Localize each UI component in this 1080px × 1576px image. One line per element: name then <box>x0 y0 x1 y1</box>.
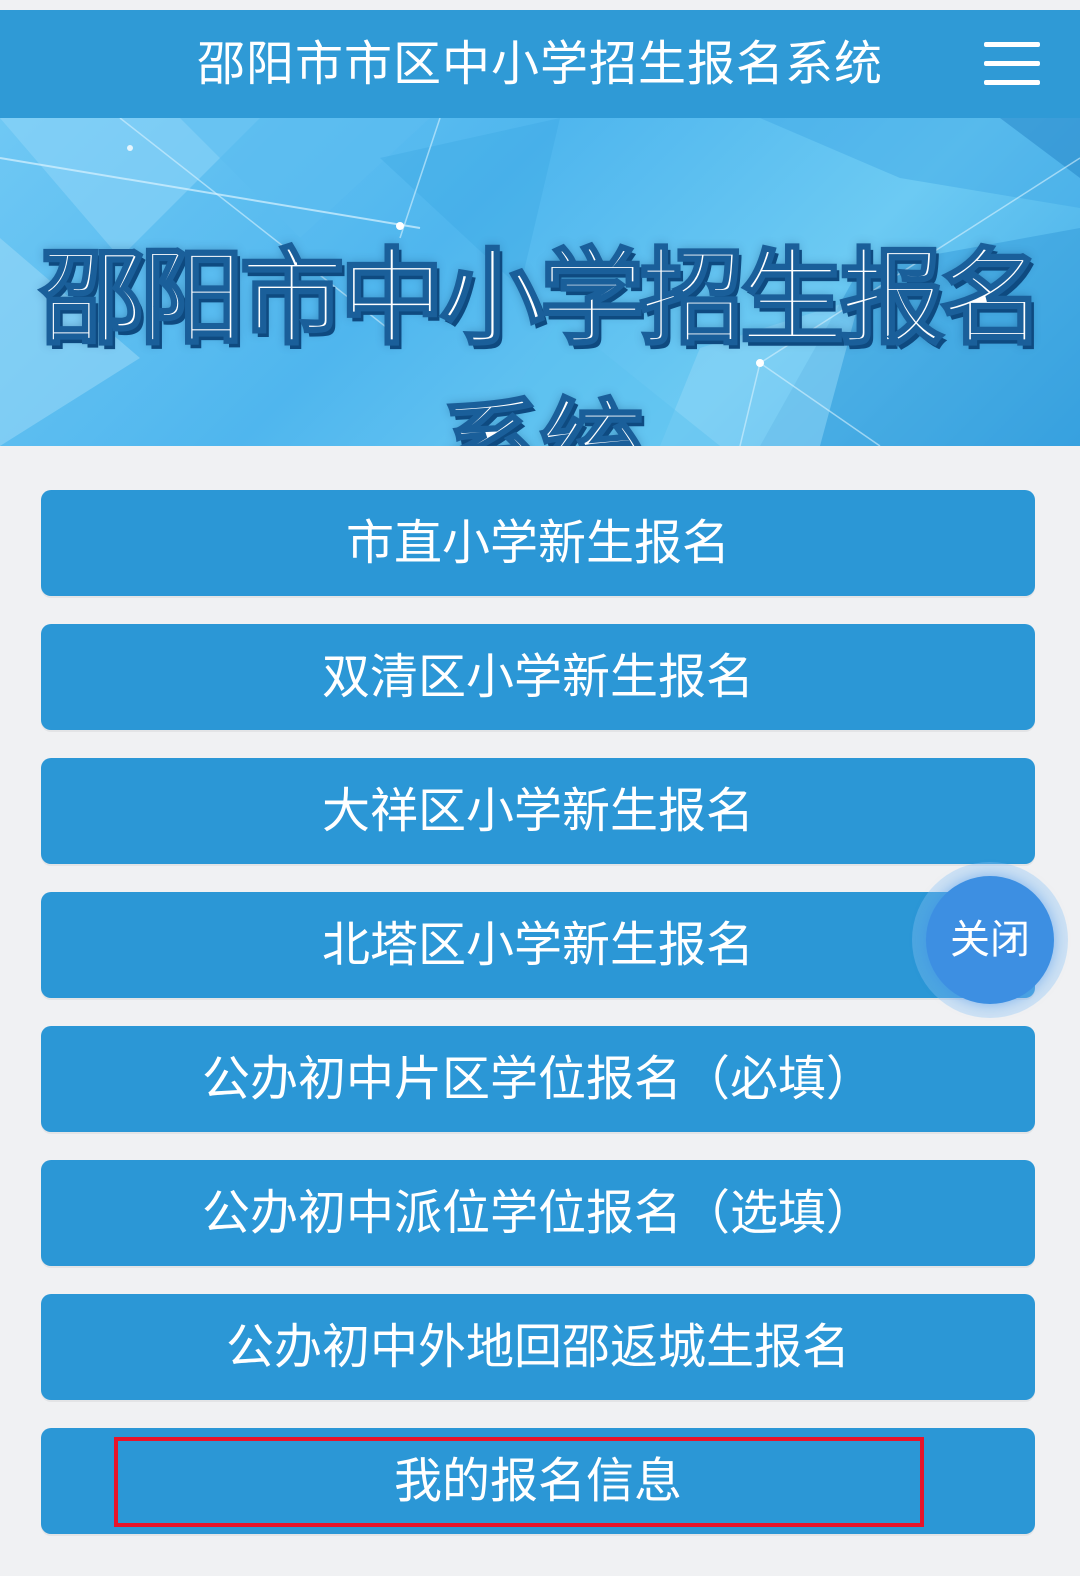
my-registration-info-button[interactable]: 我的报名信息 <box>41 1428 1035 1534</box>
status-strip <box>0 0 1080 10</box>
hamburger-menu-icon[interactable] <box>984 38 1040 90</box>
app-header: 邵阳市市区中小学招生报名系统 <box>0 10 1080 118</box>
menu-line <box>984 42 1040 47</box>
city-primary-registration-button[interactable]: 市直小学新生报名 <box>41 490 1035 596</box>
close-float-button[interactable]: 关闭 <box>912 862 1068 1018</box>
beita-primary-registration-button[interactable]: 北塔区小学新生报名 <box>41 892 1035 998</box>
registration-menu: 市直小学新生报名 双清区小学新生报名 大祥区小学新生报名 北塔区小学新生报名 公… <box>41 490 1035 1534</box>
shuangqing-primary-registration-button[interactable]: 双清区小学新生报名 <box>41 624 1035 730</box>
junior-allocation-registration-button[interactable]: 公办初中派位学位报名（选填） <box>41 1160 1035 1266</box>
junior-returning-registration-button[interactable]: 公办初中外地回邵返城生报名 <box>41 1294 1035 1400</box>
close-float-label: 关闭 <box>926 876 1054 1004</box>
menu-line <box>984 61 1040 66</box>
page-title: 邵阳市市区中小学招生报名系统 <box>196 36 883 92</box>
banner-title: 邵阳市中小学招生报名系统 <box>38 236 1045 447</box>
my-registration-info-label: 我的报名信息 <box>393 1453 682 1509</box>
junior-district-registration-button[interactable]: 公办初中片区学位报名（必填） <box>41 1026 1035 1132</box>
daxiang-primary-registration-button[interactable]: 大祥区小学新生报名 <box>41 758 1035 864</box>
menu-line <box>984 80 1040 85</box>
hero-banner: 邵阳市中小学招生报名系统 <box>0 118 1080 446</box>
